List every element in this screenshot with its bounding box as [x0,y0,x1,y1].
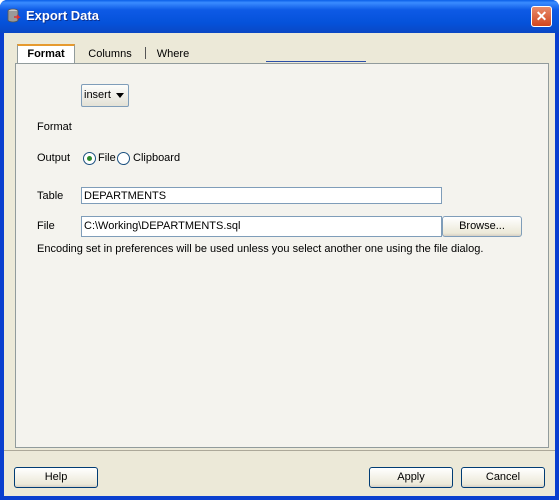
export-data-window: Export Data ✕ Format Columns Where Forma… [0,0,559,500]
output-file-label[interactable]: File [98,152,116,164]
window-frame-bottom [0,496,559,500]
tab-where[interactable]: Where [153,46,193,63]
format-tab-panel: Format insert Output File Clipboard Tabl… [15,63,549,448]
table-label: Table [37,190,64,202]
tab-format[interactable]: Format [17,44,75,63]
tab-separator [145,47,146,59]
close-icon: ✕ [535,8,548,24]
bottom-separator [4,450,555,451]
tab-strip-underline [266,61,366,62]
browse-button[interactable]: Browse... [442,216,522,237]
encoding-note: Encoding set in preferences will be used… [37,243,484,255]
table-field[interactable]: DEPARTMENTS [81,187,442,204]
file-path-field[interactable]: C:\Working\DEPARTMENTS.sql [81,216,442,237]
output-clipboard-label[interactable]: Clipboard [133,152,180,164]
chevron-down-icon[interactable] [116,93,124,98]
format-combobox[interactable]: insert [81,84,129,107]
help-button[interactable]: Help [14,467,98,488]
window-title: Export Data [26,8,99,23]
close-button[interactable]: ✕ [531,6,552,27]
cancel-button[interactable]: Cancel [461,467,545,488]
tab-columns[interactable]: Columns [84,46,136,63]
title-bar[interactable]: Export Data ✕ [0,0,559,33]
output-clipboard-radio[interactable] [117,152,130,165]
format-value: insert [84,89,111,101]
dialog-client: Format Columns Where Format insert Outpu… [4,33,555,496]
database-export-icon [7,8,21,23]
file-label: File [37,220,55,232]
apply-button[interactable]: Apply [369,467,453,488]
output-file-radio[interactable] [83,152,96,165]
radio-selected-dot [87,156,92,161]
format-label: Format [37,121,72,133]
output-label: Output [37,152,71,164]
